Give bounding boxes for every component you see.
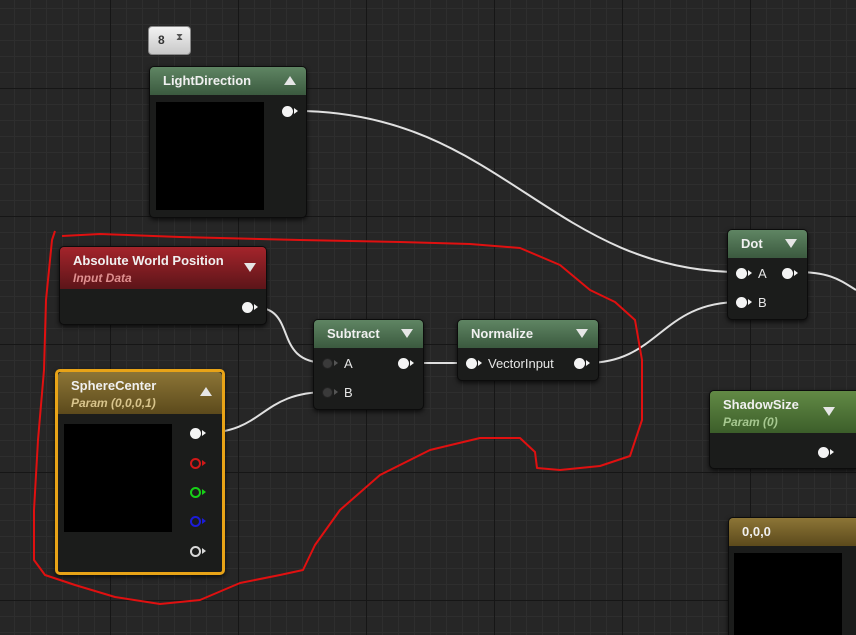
pin-arrow-icon: [748, 299, 752, 305]
wire-light-to-dot-a: [295, 110, 741, 273]
node-title: LightDirection: [163, 73, 252, 88]
output-pin[interactable]: [282, 106, 293, 117]
collapse-arrow-icon[interactable]: [284, 76, 296, 85]
node-title-text: SphereCenter: [71, 378, 157, 393]
node-shadow-size[interactable]: ShadowSize Param (0): [709, 390, 856, 469]
pin-arrow-icon: [202, 518, 206, 524]
output-pin[interactable]: [574, 358, 585, 369]
pin-arrow-icon: [202, 548, 206, 554]
pin-arrow-icon: [202, 489, 206, 495]
input-pin-b[interactable]: [736, 297, 747, 308]
pin-label-a: A: [758, 266, 767, 281]
node-header[interactable]: Normalize: [458, 320, 598, 348]
expand-arrow-icon[interactable]: [785, 239, 797, 248]
pin-arrow-icon: [334, 389, 338, 395]
pin-arrow-icon: [254, 304, 258, 310]
expand-arrow-icon[interactable]: [823, 407, 835, 416]
node-title: Normalize: [471, 326, 534, 341]
pin-arrow-icon: [202, 430, 206, 436]
node-header[interactable]: ShadowSize Param (0): [710, 391, 856, 433]
node-header[interactable]: Absolute World Position Input Data: [60, 247, 266, 289]
expand-arrow-icon[interactable]: [244, 263, 256, 272]
node-absolute-world-position[interactable]: Absolute World Position Input Data: [59, 246, 267, 325]
mesh-icon: ⧗: [176, 32, 184, 43]
pin-arrow-icon: [334, 360, 338, 366]
pin-label-vector-input: VectorInput: [488, 356, 554, 371]
preview-thumbnail: [156, 102, 264, 210]
pin-label-b: B: [758, 295, 767, 310]
node-title: 0,0,0: [742, 524, 771, 539]
output-pin[interactable]: [398, 358, 409, 369]
output-pin-a[interactable]: [190, 546, 201, 557]
pin-arrow-icon: [202, 460, 206, 466]
node-header[interactable]: Dot: [728, 230, 807, 258]
input-pin-vector[interactable]: [466, 358, 477, 369]
pin-arrow-icon: [478, 360, 482, 366]
preview-thumbnail: [734, 553, 842, 635]
output-pin-rgba[interactable]: [190, 428, 201, 439]
output-pin-b[interactable]: [190, 516, 201, 527]
node-title-text: ShadowSize: [723, 397, 799, 412]
input-pin-a[interactable]: [736, 268, 747, 279]
output-pin[interactable]: [242, 302, 253, 313]
pin-arrow-icon: [794, 270, 798, 276]
node-header[interactable]: LightDirection: [150, 67, 306, 95]
wire-normalize-to-dot-b: [585, 301, 741, 364]
collapse-arrow-icon[interactable]: [200, 387, 212, 396]
input-pin-b[interactable]: [322, 387, 333, 398]
pin-arrow-icon: [748, 270, 752, 276]
node-header[interactable]: 0,0,0: [729, 518, 856, 546]
pin-arrow-icon: [294, 108, 298, 114]
output-pin-r[interactable]: [190, 458, 201, 469]
node-sphere-center[interactable]: SphereCenter Param (0,0,0,1): [55, 369, 225, 575]
node-header[interactable]: Subtract: [314, 320, 423, 348]
node-constant-vector[interactable]: 0,0,0: [728, 517, 856, 635]
output-pin[interactable]: [818, 447, 829, 458]
node-subtitle: Param (0,0,0,1): [71, 396, 156, 410]
output-pin[interactable]: [782, 268, 793, 279]
input-pin-a[interactable]: [322, 358, 333, 369]
node-header[interactable]: SphereCenter Param (0,0,0,1): [58, 372, 222, 414]
node-subtract[interactable]: Subtract A B: [313, 319, 424, 410]
pin-arrow-icon: [586, 360, 590, 366]
pin-arrow-icon: [830, 449, 834, 455]
pin-arrow-icon: [410, 360, 414, 366]
node-subtitle: Param (0): [723, 415, 778, 429]
pin-label-b: B: [344, 385, 353, 400]
node-title: Dot: [741, 236, 763, 251]
node-subtitle: Input Data: [73, 271, 132, 285]
comment-count: 8: [158, 33, 165, 47]
node-title: Subtract: [327, 326, 380, 341]
node-title: Absolute World Position Input Data: [73, 247, 266, 286]
node-normalize[interactable]: Normalize VectorInput: [457, 319, 599, 381]
comment-count-badge[interactable]: 8 ⧗: [148, 26, 191, 55]
preview-thumbnail: [64, 424, 172, 532]
node-dot[interactable]: Dot A B: [727, 229, 808, 320]
output-pin-g[interactable]: [190, 487, 201, 498]
expand-arrow-icon[interactable]: [576, 329, 588, 338]
node-title-text: Absolute World Position: [73, 253, 224, 268]
node-light-direction[interactable]: LightDirection: [149, 66, 307, 218]
pin-label-a: A: [344, 356, 353, 371]
expand-arrow-icon[interactable]: [401, 329, 413, 338]
node-title: ShadowSize Param (0): [723, 391, 856, 430]
